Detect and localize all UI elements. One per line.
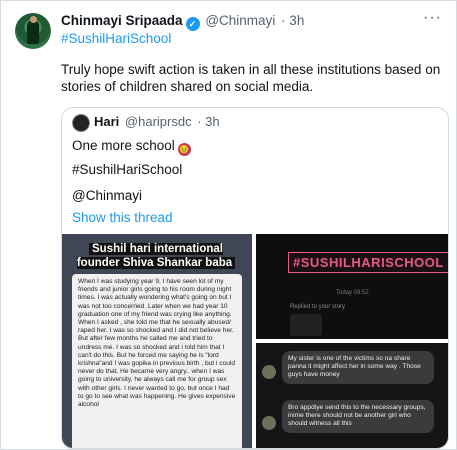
quote-author-name: Hari: [94, 114, 120, 129]
avatar-figure: [27, 20, 39, 44]
chat-message-1: My sister is one of the victims so na sh…: [282, 351, 434, 384]
tweet-time[interactable]: · 3h: [281, 13, 304, 28]
quote-author-avatar: [72, 114, 90, 132]
media-image-1[interactable]: Sushil hari international founder Shiva …: [62, 234, 252, 448]
hashtag-link[interactable]: #SushilHariSchool: [61, 31, 171, 46]
quote-time: · 3h: [197, 114, 220, 129]
media-grid: Sushil hari international founder Shiva …: [62, 234, 448, 448]
quote-author-line: Hari @hariprsdc · 3h: [94, 114, 220, 129]
quote-text-line-1: One more school: [72, 138, 175, 153]
more-options-icon[interactable]: ···: [423, 9, 442, 27]
author-line: Chinmayi Sripaada ✓ @Chinmayi · 3h: [61, 13, 304, 31]
author-avatar[interactable]: [15, 13, 51, 49]
media-image-3[interactable]: My sister is one of the victims so na sh…: [256, 343, 448, 448]
image2-story-thumbnail: [290, 314, 322, 336]
author-handle[interactable]: @Chinmayi: [205, 13, 275, 28]
quote-hashtag: #SushilHariSchool: [72, 162, 183, 177]
tweet-text: Truly hope swift action is taken in all …: [61, 62, 441, 94]
media-image-2[interactable]: #SUSHILHARISCHOOL Today 09:52 Replied to…: [256, 234, 448, 339]
author-name[interactable]: Chinmayi Sripaada: [61, 13, 183, 28]
image1-title-text: Sushil hari international founder Shiva …: [76, 243, 236, 269]
sender-avatar-icon: [262, 416, 276, 430]
show-thread-link[interactable]: Show this thread: [72, 210, 173, 225]
persevering-face-emoji-icon: 😣: [177, 143, 191, 156]
quoted-tweet[interactable]: Hari @hariprsdc · 3h One more school 😣 #S…: [61, 107, 449, 449]
image1-title: Sushil hari international founder Shiva …: [76, 242, 236, 270]
avatar-face: [30, 16, 37, 23]
image2-reply-label: Replied to your story: [290, 304, 346, 310]
chat-message-2: Bro appdiye send this to the necessary g…: [282, 400, 434, 433]
quote-author-handle: @hariprsdc: [124, 114, 192, 129]
quote-mention: @Chinmayi: [72, 188, 142, 203]
verified-badge-icon: ✓: [185, 17, 200, 31]
sender-avatar-icon: [262, 365, 276, 379]
image2-hashtag-sticker: #SUSHILHARISCHOOL: [288, 252, 448, 273]
image2-timestamp: Today 09:52: [336, 290, 369, 296]
tweet-card: Chinmayi Sripaada ✓ @Chinmayi · 3h ··· #S…: [0, 0, 457, 450]
image1-story-text: When I was studying year 9, I have seen …: [72, 274, 242, 448]
quote-line-1: One more school 😣: [72, 138, 191, 156]
